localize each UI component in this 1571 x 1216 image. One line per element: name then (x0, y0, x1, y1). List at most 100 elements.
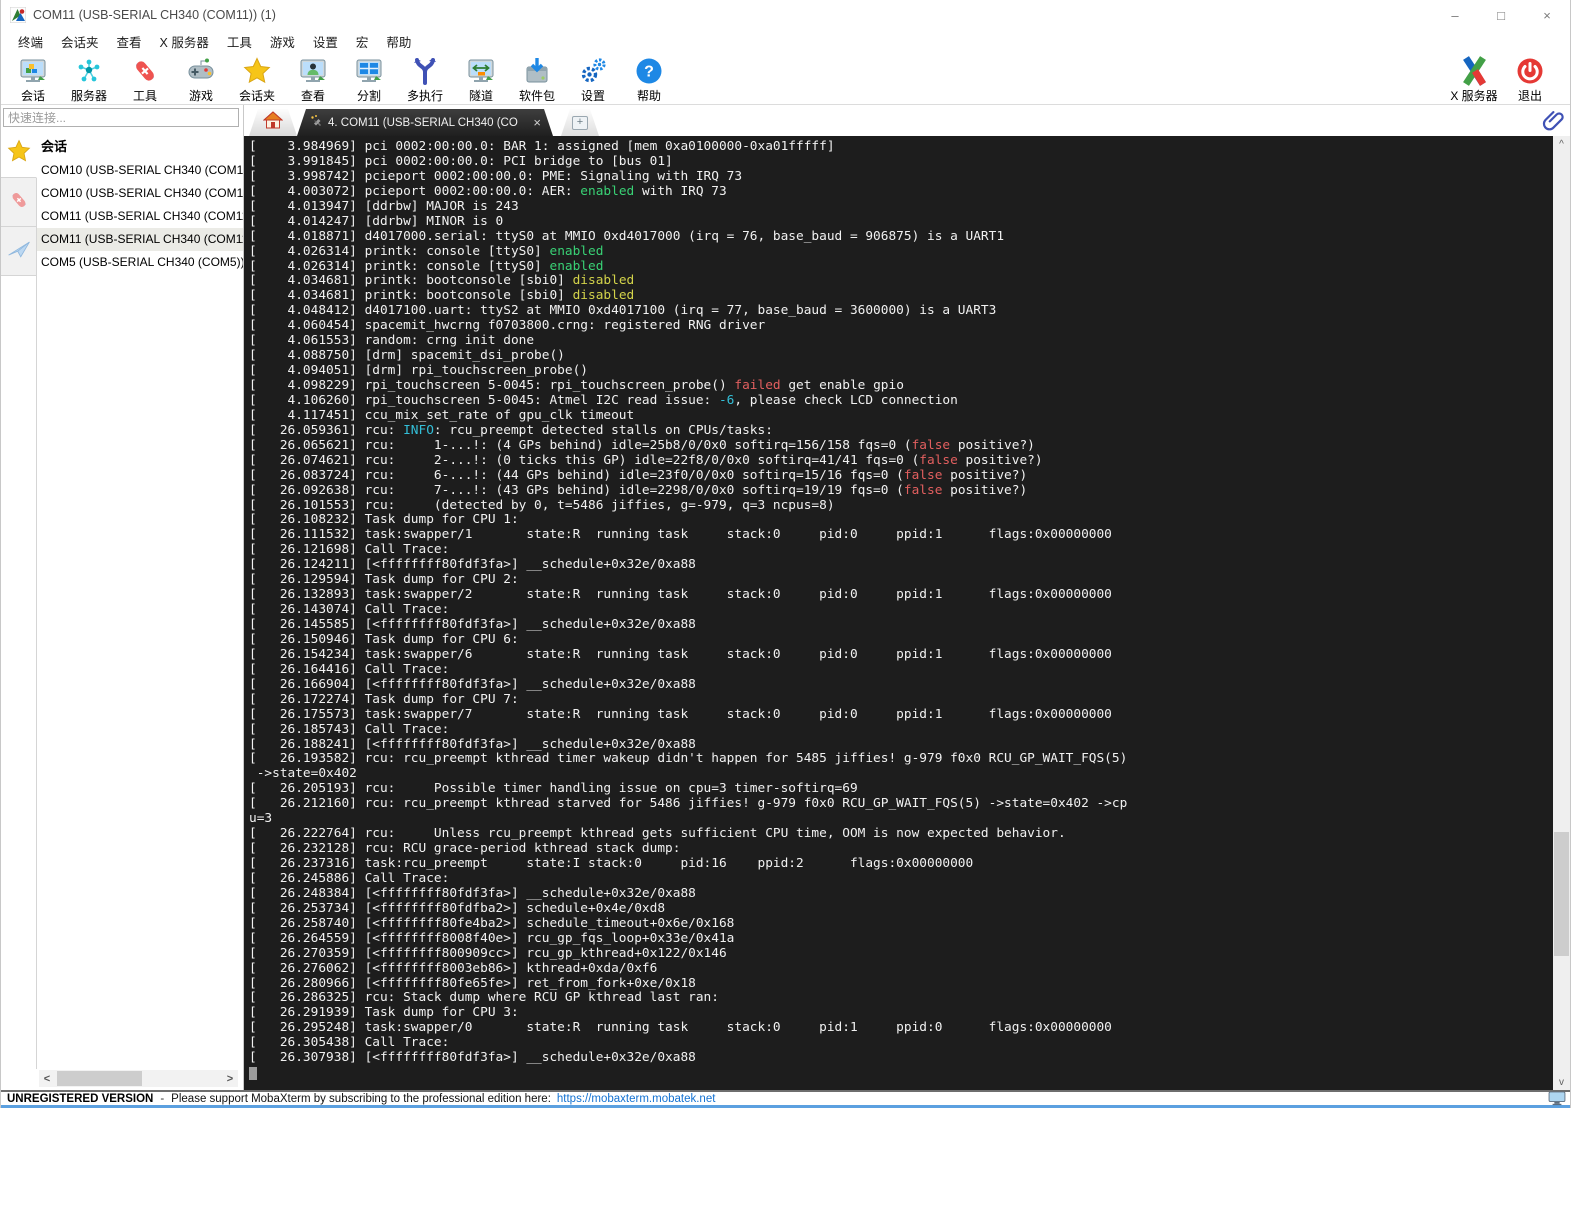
session-item[interactable]: COM5 (USB-SERIAL CH340 (COM5)) (37, 251, 243, 274)
toolbar-button-sessions-star[interactable]: 会话夹 (229, 53, 285, 104)
tab-bar: 4. COM11 (USB-SERIAL CH340 (CO × + (244, 105, 1570, 136)
toolbar-button-label: 设置 (580, 89, 605, 103)
terminal-line: [ 26.172274] Task dump for CPU 7: (249, 691, 519, 707)
session-item[interactable]: COM11 (USB-SERIAL CH340 (COM11)) (1 (37, 228, 243, 251)
terminal-column: 4. COM11 (USB-SERIAL CH340 (CO × + [ 3.9… (244, 105, 1570, 1090)
toolbar-button-games[interactable]: 游戏 (173, 53, 229, 104)
main-area: 会话 COM10 (USB-SERIAL CH340 (COM10))COM10… (1, 105, 1570, 1216)
mobatek-link[interactable]: https://mobaxterm.mobatek.net (557, 1093, 716, 1105)
status-monitor-icon (1548, 1091, 1566, 1106)
sidebar-strip-tab-paper-plane[interactable] (1, 227, 36, 276)
session-list-header: 会话 (41, 139, 68, 154)
sidebar-strip-tab-knife[interactable] (1, 178, 36, 227)
knife-icon (7, 188, 31, 217)
toolbar-button-tools[interactable]: 工具 (117, 53, 173, 104)
tools-icon (130, 56, 160, 86)
toolbar-button-label: 会话 (20, 89, 45, 103)
terminal-line: [ 4.013947] [ddrbw] MAJOR is 243 (249, 198, 519, 214)
terminal-line: [ 26.132893] task:swapper/2 state:R runn… (249, 587, 1112, 603)
toolbar-button-servers[interactable]: 服务器 (61, 53, 117, 104)
session-item[interactable]: COM10 (USB-SERIAL CH340 (COM10)) (1 (37, 182, 243, 205)
terminal-line: [ 4.061553] random: crng init done (249, 333, 535, 349)
terminal-line: [ 26.245886] Call Trace: (249, 870, 450, 886)
status-message: Please support MobaXterm by subscribing … (171, 1092, 551, 1105)
sidebar-strip-tab-star[interactable] (1, 129, 37, 178)
servers-icon (74, 56, 104, 86)
terminal-line: [ 3.984969] pci 0002:00:00.0: BAR 1: ass… (249, 139, 835, 154)
terminal-line: [ 26.145585] [<ffffffff80fdf3fa>] __sche… (249, 617, 696, 632)
terminal-line: [ 26.150946] Task dump for CPU 6: (249, 631, 519, 647)
session-item[interactable]: COM10 (USB-SERIAL CH340 (COM10)) (37, 159, 243, 182)
minimize-button[interactable]: – (1432, 0, 1478, 30)
menu-item[interactable]: 终端 (9, 30, 52, 53)
terminal-line: [ 4.088750] [drm] spacemit_dsi_probe() (249, 348, 565, 364)
toolbar-button-settings[interactable]: 设置 (565, 53, 621, 104)
scroll-up-icon[interactable]: ^ (1553, 136, 1570, 152)
toolbar-button-session[interactable]: 会话 (5, 53, 61, 104)
terminal-line: [ 26.248384] [<ffffffff80fdf3fa>] __sche… (249, 885, 696, 901)
new-tab-button[interactable]: + (561, 109, 599, 136)
status-separator: - (160, 1092, 165, 1105)
terminal-line: [ 26.154234] task:swapper/6 state:R runn… (249, 646, 1112, 662)
toolbar-button-view[interactable]: 查看 (285, 53, 341, 104)
window-controls: – □ × (1432, 0, 1570, 30)
terminal-line: [ 26.124211] [<ffffffff80fdf3fa>] __sche… (249, 557, 696, 573)
session-icon (18, 56, 48, 86)
toolbar-right: X 服务器 退出 (1446, 53, 1558, 104)
toolbar-button-exit[interactable]: 退出 (1502, 53, 1558, 104)
toolbar-button-multiexec[interactable]: 多执行 (397, 53, 453, 104)
menu-item[interactable]: 设置 (304, 30, 347, 53)
terminal-line: [ 26.188241] [<ffffffff80fdf3fa>] __sche… (249, 736, 696, 752)
terminal-line: [ 26.237316] task:rcu_preempt state:I st… (249, 856, 974, 871)
toolbar-button-split[interactable]: 分割 (341, 53, 397, 104)
tunnel-icon (466, 56, 496, 86)
quick-connect-input[interactable] (3, 108, 239, 127)
scroll-thumb[interactable] (57, 1071, 142, 1086)
paperclip-icon[interactable] (1542, 108, 1564, 137)
menu-item[interactable]: X 服务器 (151, 30, 218, 53)
sidebar: 会话 COM10 (USB-SERIAL CH340 (COM10))COM10… (1, 105, 244, 1216)
scroll-left-icon[interactable]: < (39, 1073, 55, 1085)
terminal-scroll-thumb[interactable] (1554, 832, 1569, 957)
terminal-line: [ 26.092638] rcu: 7-...!: (43 GPs behind… (249, 482, 1028, 498)
toolbar-button-label: 游戏 (188, 89, 213, 103)
terminal-line: [ 26.059361] rcu: INFO: rcu_preempt dete… (249, 422, 773, 438)
toolbar-button-tunnel[interactable]: 隧道 (453, 53, 509, 104)
sidebar-horizontal-scrollbar[interactable]: < > (39, 1070, 238, 1087)
toolbar-button-label: 软件包 (518, 89, 555, 103)
terminal-line: [ 26.264559] [<ffffffff8008f40e>] rcu_gp… (249, 930, 735, 946)
tab-close-icon[interactable]: × (529, 115, 541, 130)
terminal-line: [ 26.129594] Task dump for CPU 2: (249, 572, 519, 588)
terminal-line: [ 26.121698] Call Trace: (249, 542, 450, 558)
session-item[interactable]: COM11 (USB-SERIAL CH340 (COM11)) (37, 205, 243, 228)
tab-active-session[interactable]: 4. COM11 (USB-SERIAL CH340 (CO × (297, 109, 553, 136)
menu-item[interactable]: 工具 (218, 30, 261, 53)
scroll-right-icon[interactable]: > (222, 1073, 238, 1085)
help-icon: ? (634, 56, 664, 86)
menu-item[interactable]: 帮助 (377, 30, 420, 53)
toolbar-button-packages[interactable]: 软件包 (509, 53, 565, 104)
scroll-down-icon[interactable]: v (1553, 1074, 1570, 1090)
terminal-line: [ 26.270359] [<ffffffff800909cc>] rcu_gp… (249, 945, 727, 961)
terminal-line: [ 4.026314] printk: console [ttyS0] enab… (249, 258, 604, 274)
close-button[interactable]: × (1524, 0, 1570, 30)
terminal-scrollbar[interactable]: ^ v (1553, 136, 1570, 1090)
terminal-line: [ 26.222764] rcu: Unless rcu_preempt kth… (249, 826, 1066, 842)
menu-item[interactable]: 游戏 (261, 30, 304, 53)
menu-item[interactable]: 查看 (108, 30, 151, 53)
scroll-track[interactable] (55, 1070, 222, 1087)
window-title: COM11 (USB-SERIAL CH340 (COM11)) (1) (33, 8, 276, 22)
split-icon (354, 56, 384, 86)
toolbar-button-help[interactable]: ? 帮助 (621, 53, 677, 104)
maximize-button[interactable]: □ (1478, 0, 1524, 30)
toolbar-left: 会话 服务器 工具 游戏 会话夹 查看 分割 多执行 隧道 软件包 设置 ? 帮助 (5, 53, 677, 104)
terminal-line: [ 4.003072] pcieport 0002:00:00.0: AER: … (249, 183, 727, 199)
toolbar-button-xserver[interactable]: X 服务器 (1446, 53, 1502, 104)
terminal-line: [ 26.083724] rcu: 6-...!: (44 GPs behind… (249, 467, 1028, 483)
menu-item[interactable]: 宏 (347, 30, 378, 53)
menu-item[interactable]: 会话夹 (52, 30, 108, 53)
terminal-line: [ 4.098229] rpi_touchscreen 5-0045: rpi_… (249, 378, 904, 393)
terminal-line: [ 26.074621] rcu: 2-...!: (0 ticks this … (249, 452, 1043, 468)
tab-home[interactable] (249, 109, 297, 136)
terminal[interactable]: [ 3.984969] pci 0002:00:00.0: BAR 1: ass… (244, 136, 1570, 1090)
